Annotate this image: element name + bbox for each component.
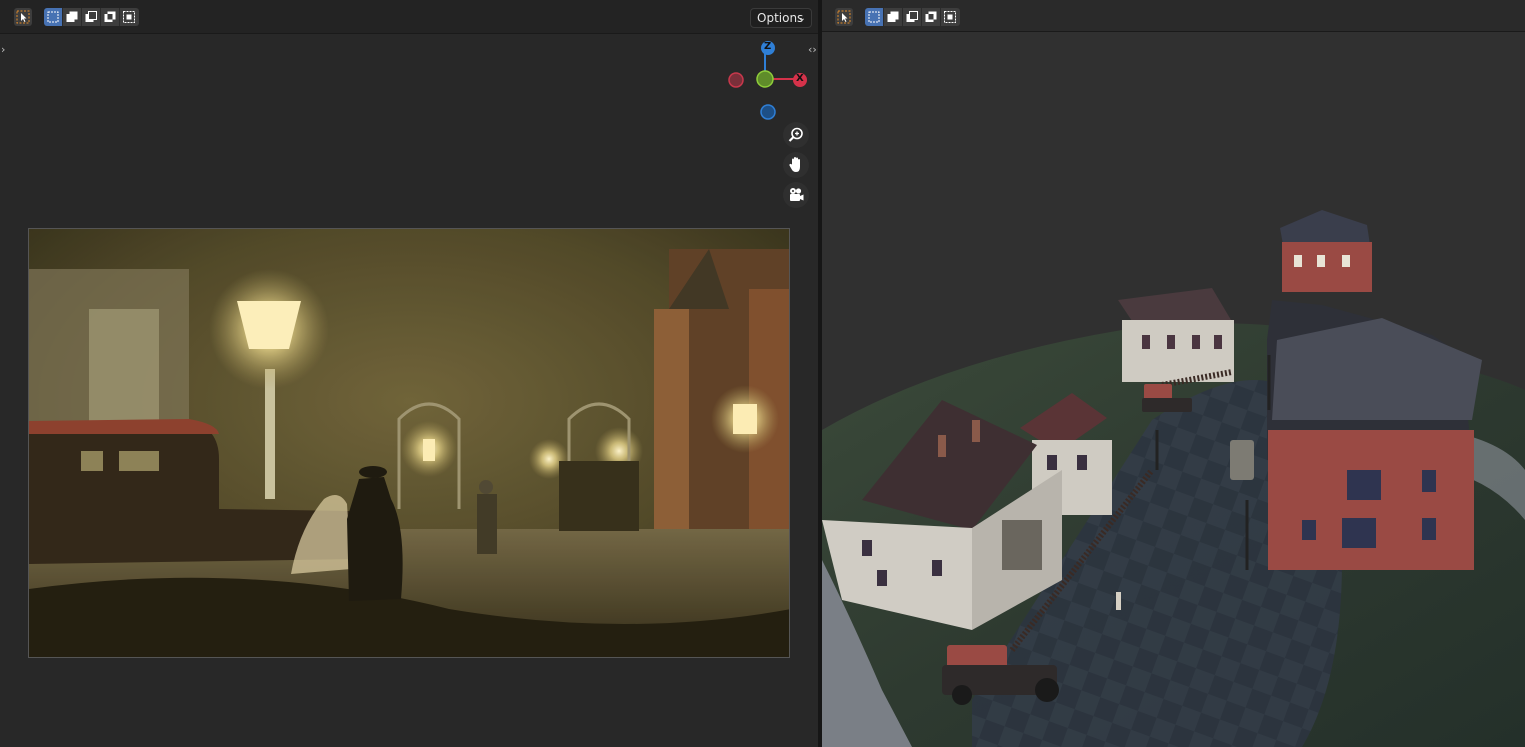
camera-view-button[interactable] xyxy=(783,182,809,208)
select-extend-icon xyxy=(66,11,78,22)
camera-icon xyxy=(790,188,804,201)
gizmo-z-label: Z xyxy=(764,41,772,52)
mode-extend-button[interactable] xyxy=(63,8,82,26)
zoom-icon xyxy=(788,127,803,142)
options-dropdown[interactable]: Options ⌄ xyxy=(750,8,812,28)
mode-subtract-button[interactable] xyxy=(82,8,101,26)
left-header: Options ⌄ xyxy=(0,0,818,34)
diorama-3d-scene xyxy=(822,210,1525,747)
select-subtract-icon xyxy=(85,11,97,22)
options-label: Options xyxy=(757,11,804,25)
pan-button[interactable] xyxy=(783,152,809,178)
navigation-gizmo[interactable]: Z X xyxy=(720,36,816,126)
mode-invert-button[interactable] xyxy=(101,8,120,26)
3d-viewport[interactable] xyxy=(822,0,1525,747)
gizmo-x-label: X xyxy=(796,73,804,84)
render-result-image xyxy=(28,228,790,658)
selection-mode-group xyxy=(44,8,139,26)
image-editor-viewport[interactable]: Options ⌄ › ‹› Z X xyxy=(0,0,818,747)
select-box-icon xyxy=(16,10,30,24)
left-edge-expand-icon[interactable]: › xyxy=(1,43,5,56)
select-tool-button[interactable] xyxy=(14,8,32,26)
select-intersect-icon xyxy=(123,11,135,23)
mode-intersect-button[interactable] xyxy=(120,8,139,26)
night-street-render xyxy=(29,229,789,657)
mode-set-button[interactable] xyxy=(44,8,63,26)
zoom-button[interactable] xyxy=(783,122,809,148)
select-invert-icon xyxy=(104,11,116,22)
select-new-icon xyxy=(47,11,59,23)
hand-pan-icon xyxy=(789,157,800,172)
chevron-down-icon: ⌄ xyxy=(797,13,806,24)
